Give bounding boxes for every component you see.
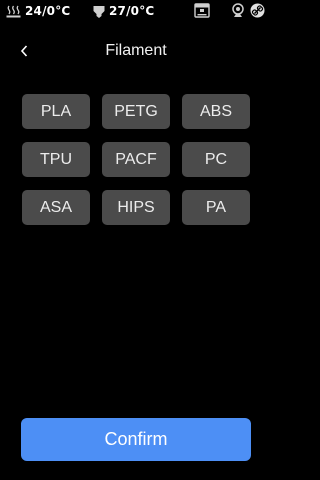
- filament-option-abs[interactable]: ABS: [182, 94, 250, 129]
- filament-option-tpu[interactable]: TPU: [22, 142, 90, 177]
- filament-grid: PLA PETG ABS TPU PACF PC ASA HIPS PA: [22, 94, 250, 225]
- status-bar: 24/0°C 27/0°C: [0, 0, 272, 22]
- confirm-button[interactable]: Confirm: [21, 418, 251, 461]
- nozzle-temp-indicator: 27/0°C: [93, 4, 154, 18]
- filament-option-pc[interactable]: PC: [182, 142, 250, 177]
- printer-icon: [194, 3, 210, 21]
- filament-option-asa[interactable]: ASA: [22, 190, 90, 225]
- camera-icon: [231, 3, 245, 21]
- heated-bed-icon: [6, 5, 21, 18]
- page-title: Filament: [105, 42, 167, 59]
- link-icon: [250, 3, 265, 21]
- filament-option-pacf[interactable]: PACF: [102, 142, 170, 177]
- filament-option-pla[interactable]: PLA: [22, 94, 90, 129]
- bed-temp-value: 24/0°C: [25, 4, 71, 18]
- filament-option-pa[interactable]: PA: [182, 190, 250, 225]
- filament-screen: 24/0°C 27/0°C Filament PLA PETG ABS TPU …: [0, 0, 272, 480]
- filament-option-petg[interactable]: PETG: [102, 94, 170, 129]
- nozzle-temp-value: 27/0°C: [109, 4, 155, 18]
- filament-option-hips[interactable]: HIPS: [102, 190, 170, 225]
- bed-temp-indicator: 24/0°C: [6, 4, 70, 18]
- nozzle-icon: [93, 5, 105, 18]
